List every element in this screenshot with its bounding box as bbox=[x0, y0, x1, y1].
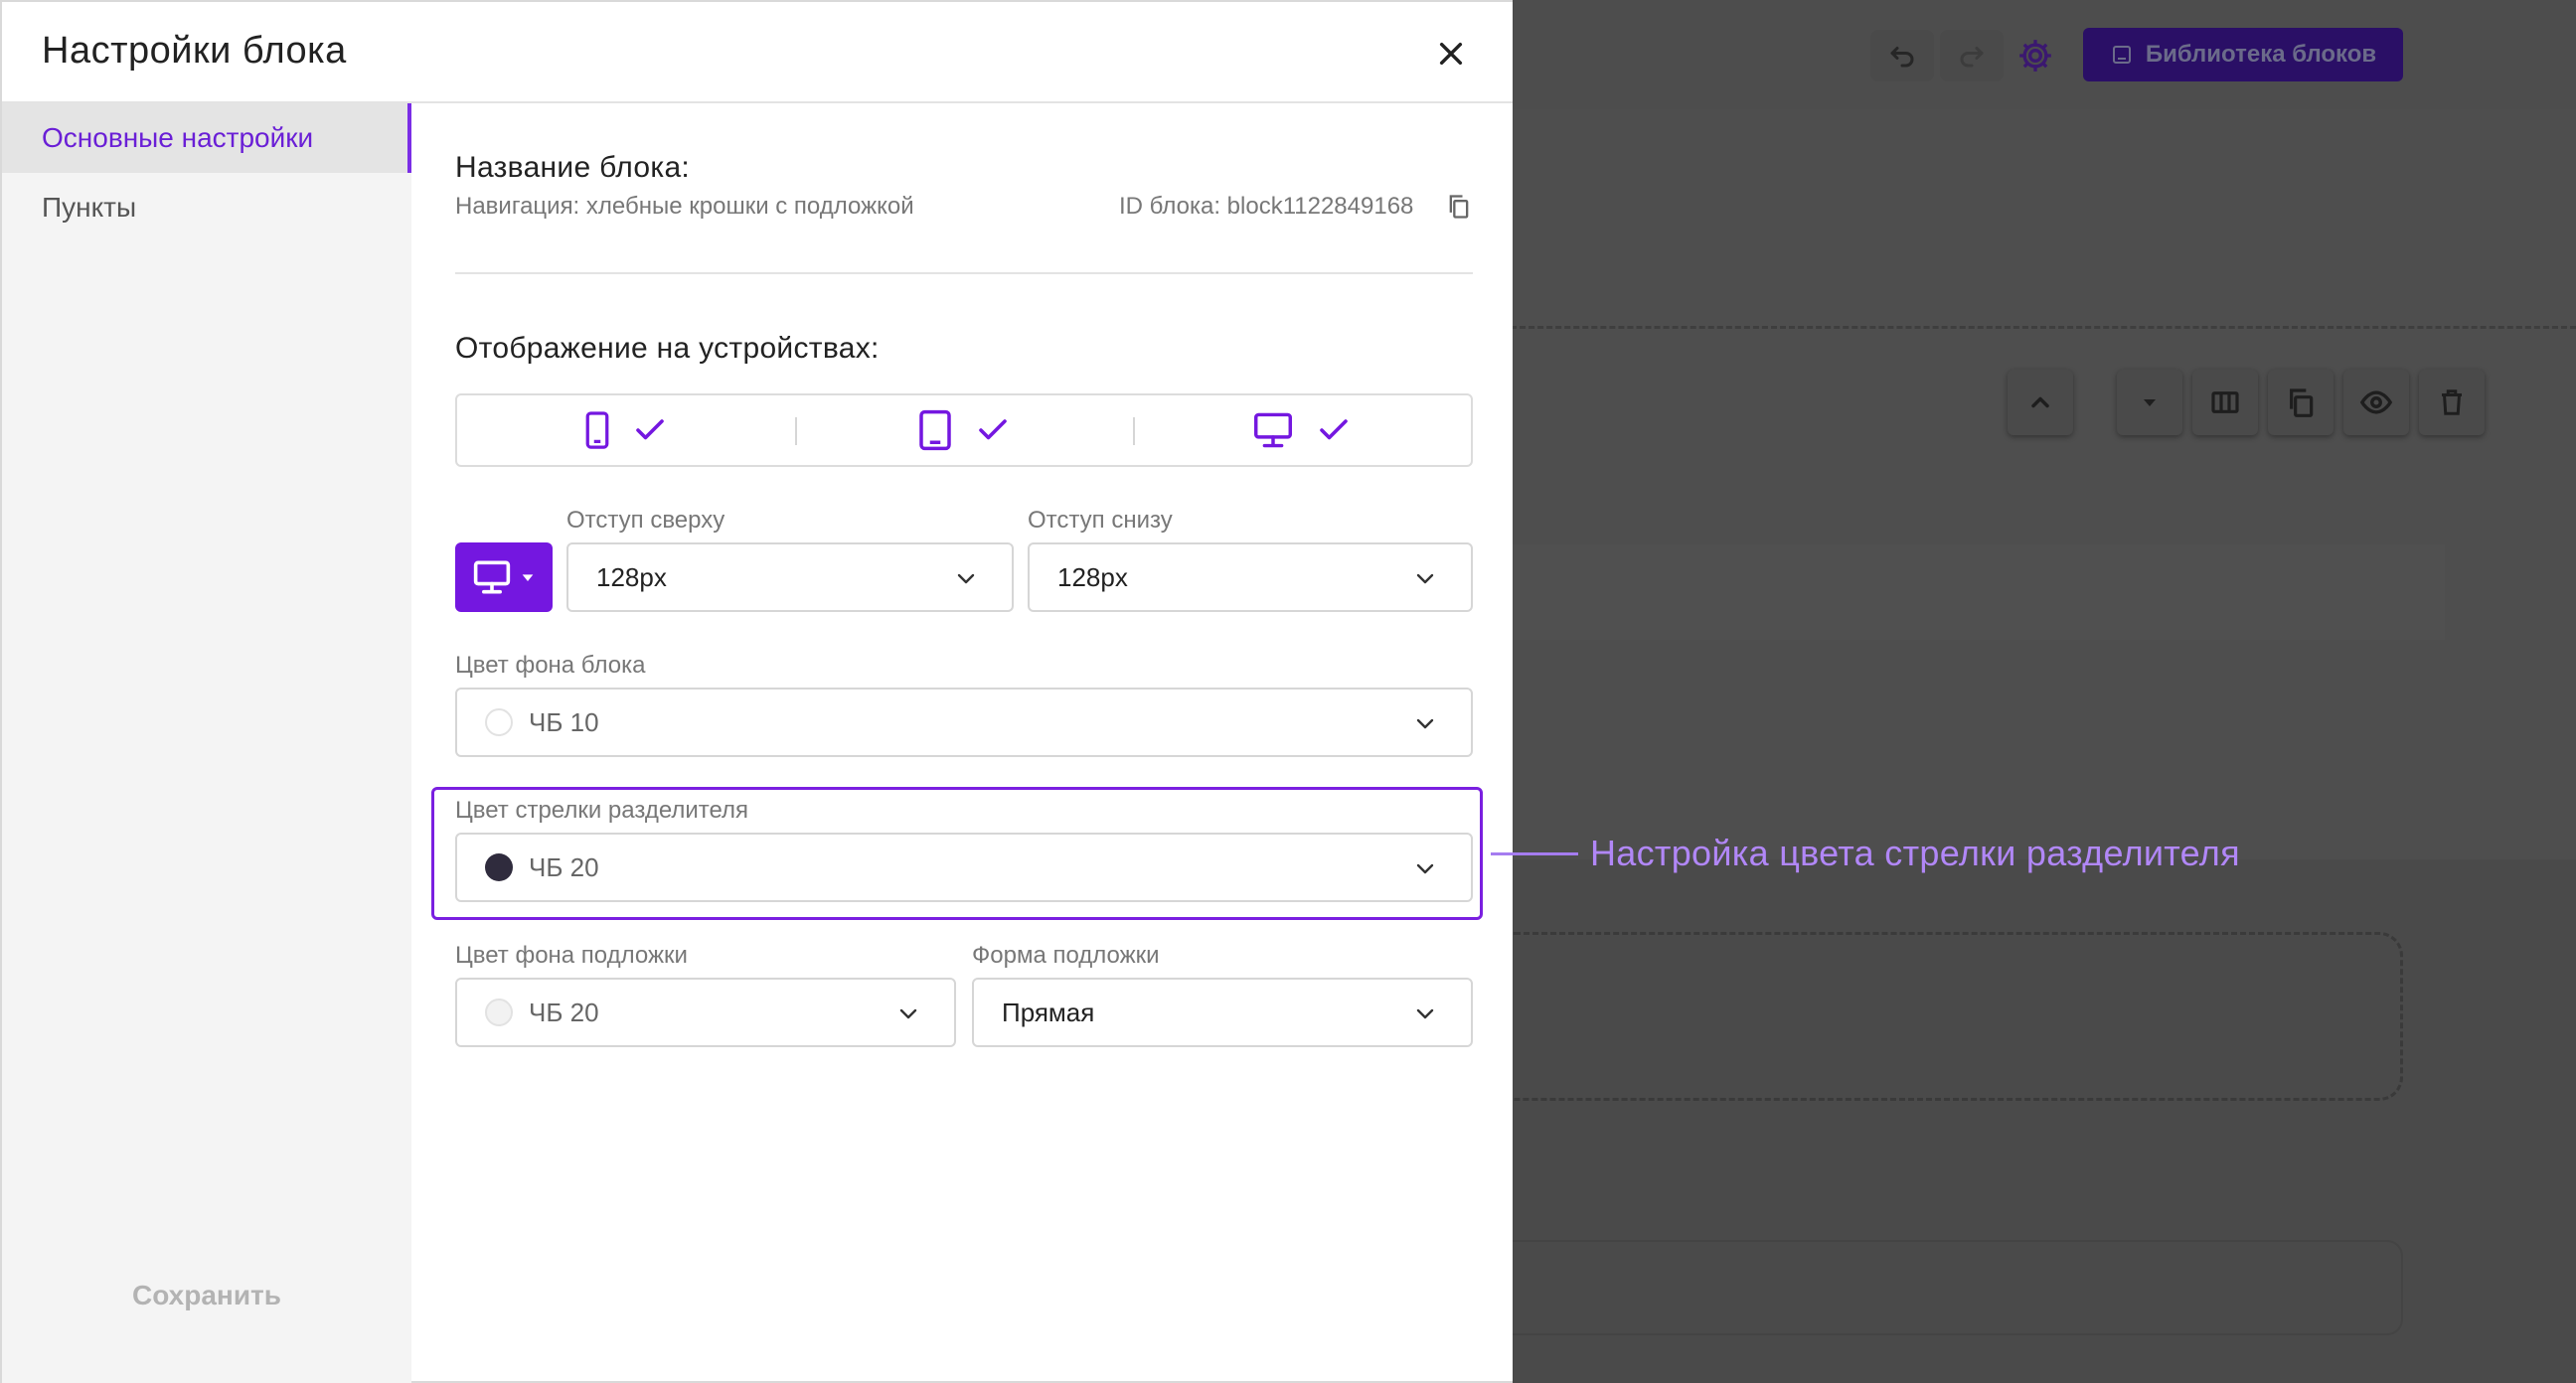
padding-top-label: Отступ сверху bbox=[566, 507, 725, 534]
move-up-group bbox=[2008, 370, 2073, 435]
check-icon bbox=[979, 419, 1007, 440]
empty-drop-area bbox=[1511, 932, 2403, 1101]
undo-icon bbox=[1890, 47, 1914, 68]
move-down-button[interactable] bbox=[2117, 370, 2182, 435]
desktop-icon bbox=[1254, 412, 1292, 448]
columns-icon bbox=[2211, 391, 2239, 413]
block-name-value: Навигация: хлебные крошки с подложкой bbox=[455, 193, 914, 220]
bg-color-label: Цвет фона блока bbox=[455, 652, 646, 679]
chevron-down-icon bbox=[1416, 863, 1434, 874]
caret-down-icon bbox=[522, 574, 534, 581]
block-library-button[interactable]: Библиотека блоков bbox=[2083, 28, 2403, 81]
callout-text: Настройка цвета стрелки разделителя bbox=[1590, 833, 2240, 873]
editor-background: Библиотека блоков bbox=[1511, 0, 2576, 1383]
callout-line bbox=[1491, 852, 1578, 855]
backing-color-label: Цвет фона подложки bbox=[455, 942, 688, 969]
select-value: 128px bbox=[1057, 561, 1128, 592]
arrow-color-select[interactable]: ЧБ 20 bbox=[455, 833, 1473, 902]
tab-label: Основные настройки bbox=[42, 122, 314, 153]
tablet-icon bbox=[919, 409, 951, 451]
block-library-label: Библиотека блоков bbox=[2145, 41, 2377, 68]
chevron-down-icon bbox=[899, 1008, 917, 1019]
color-swatch bbox=[485, 999, 513, 1026]
block-preview-band bbox=[1511, 544, 2445, 640]
tab-main-settings[interactable]: Основные настройки bbox=[2, 103, 411, 173]
backing-shape-label: Форма подложки bbox=[972, 942, 1160, 969]
trash-icon bbox=[2442, 389, 2462, 415]
settings-button[interactable] bbox=[2010, 30, 2061, 81]
section-divider bbox=[455, 272, 1473, 274]
copy-icon bbox=[2290, 388, 2314, 417]
block-settings-modal: Настройки блока Основные настройки Пункт… bbox=[0, 0, 1513, 1383]
columns-button[interactable] bbox=[2192, 370, 2258, 435]
duplicate-button[interactable] bbox=[2268, 370, 2334, 435]
device-tablet-toggle[interactable] bbox=[795, 395, 1133, 465]
copy-id-button[interactable] bbox=[1445, 193, 1475, 223]
settings-content: Название блока: Навигация: хлебные крошк… bbox=[411, 103, 1515, 1383]
device-selector-button[interactable] bbox=[455, 542, 553, 612]
select-value: Прямая bbox=[1002, 997, 1095, 1027]
select-value: ЧБ 20 bbox=[529, 851, 599, 882]
devices-title: Отображение на устройствах: bbox=[455, 332, 880, 365]
undo-button[interactable] bbox=[1870, 30, 1934, 81]
chevron-down-icon bbox=[1416, 573, 1434, 584]
section-divider bbox=[1511, 326, 2576, 329]
select-value: 128px bbox=[596, 561, 667, 592]
gear-icon bbox=[2019, 40, 2051, 72]
padding-bottom-label: Отступ снизу bbox=[1028, 507, 1173, 534]
arrow-color-label: Цвет стрелки разделителя bbox=[455, 797, 749, 824]
color-swatch bbox=[485, 708, 513, 736]
color-swatch bbox=[485, 853, 513, 881]
block-name-title: Название блока: bbox=[455, 151, 691, 184]
chevron-up-icon bbox=[2031, 396, 2049, 408]
modal-header: Настройки блока bbox=[2, 2, 1513, 103]
chevron-down-icon bbox=[957, 573, 975, 584]
select-value: ЧБ 20 bbox=[529, 997, 599, 1027]
editor-canvas-area bbox=[1511, 109, 2576, 859]
modal-title: Настройки блока bbox=[42, 30, 347, 72]
save-button[interactable]: Сохранить bbox=[2, 1280, 411, 1311]
padding-top-select[interactable]: 128px bbox=[566, 542, 1014, 612]
move-up-button[interactable] bbox=[2008, 370, 2073, 435]
padding-bottom-select[interactable]: 128px bbox=[1028, 542, 1473, 612]
device-mobile-toggle[interactable] bbox=[457, 395, 795, 465]
settings-sidebar: Основные настройки Пункты Сохранить bbox=[2, 103, 411, 1383]
eye-icon bbox=[2359, 390, 2393, 414]
caret-down-icon bbox=[2144, 399, 2156, 406]
check-icon bbox=[636, 419, 664, 440]
device-visibility-toggle bbox=[455, 393, 1473, 467]
close-icon bbox=[1439, 42, 1463, 66]
bg-color-select[interactable]: ЧБ 10 bbox=[455, 688, 1473, 757]
delete-button[interactable] bbox=[2419, 370, 2485, 435]
copy-icon bbox=[1449, 195, 1469, 219]
library-icon bbox=[2112, 46, 2131, 64]
tab-label: Пункты bbox=[42, 192, 137, 223]
visibility-button[interactable] bbox=[2343, 370, 2409, 435]
block-id: ID блока: block1122849168 bbox=[1119, 193, 1414, 220]
chevron-down-icon bbox=[1416, 1008, 1434, 1019]
backing-shape-select[interactable]: Прямая bbox=[972, 978, 1473, 1047]
desktop-icon bbox=[473, 560, 511, 594]
block-tools bbox=[2117, 370, 2485, 435]
backing-color-select[interactable]: ЧБ 20 bbox=[455, 978, 956, 1047]
device-desktop-toggle[interactable] bbox=[1133, 395, 1471, 465]
select-value: ЧБ 10 bbox=[529, 706, 599, 737]
chevron-down-icon bbox=[1416, 718, 1434, 729]
smartphone-icon bbox=[585, 411, 609, 449]
tab-items[interactable]: Пункты bbox=[2, 173, 411, 242]
check-icon bbox=[1320, 419, 1348, 440]
close-button[interactable] bbox=[1425, 28, 1477, 79]
block-preview-bottom bbox=[1511, 1240, 2403, 1335]
redo-button[interactable] bbox=[1940, 30, 2004, 81]
redo-icon bbox=[1960, 47, 1984, 68]
